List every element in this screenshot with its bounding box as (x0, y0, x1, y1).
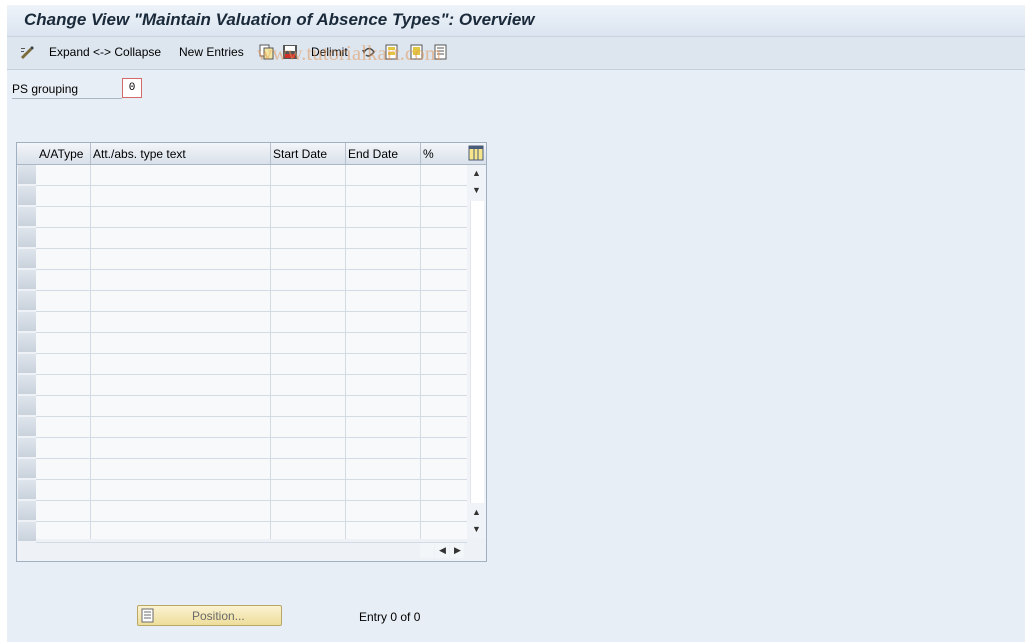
table-row[interactable] (36, 417, 467, 438)
row-selector[interactable] (18, 333, 36, 353)
row-selector[interactable] (18, 165, 36, 185)
table-row[interactable] (36, 249, 467, 270)
scroll-left-icon[interactable]: ◀ (435, 543, 449, 558)
row-selector[interactable] (18, 522, 36, 542)
table-row[interactable] (36, 375, 467, 396)
table-row[interactable] (36, 354, 467, 375)
table-body (36, 165, 467, 543)
table-row[interactable] (36, 207, 467, 228)
row-selector-column (17, 165, 36, 542)
position-button[interactable]: Position... (137, 605, 282, 626)
row-selector[interactable] (18, 228, 36, 248)
scroll-page-down-icon[interactable]: ▼ (472, 185, 481, 195)
row-selector[interactable] (18, 375, 36, 395)
row-selector[interactable] (18, 480, 36, 500)
row-selector[interactable] (18, 249, 36, 269)
scroll-page-up-icon[interactable]: ▲ (472, 507, 481, 517)
vertical-scrollbar[interactable]: ▲ ▼ ▲ ▼ (467, 165, 486, 539)
table-row[interactable] (36, 165, 467, 186)
column-header-type-text[interactable]: Att./abs. type text (93, 147, 186, 161)
column-header-end-date[interactable]: End Date (348, 147, 398, 161)
table-row[interactable] (36, 522, 467, 543)
table-row[interactable] (36, 312, 467, 333)
horizontal-scrollbar[interactable]: ◀ ▶ (420, 543, 466, 558)
column-header-start-date[interactable]: Start Date (273, 147, 327, 161)
row-selector[interactable] (18, 354, 36, 374)
ps-grouping-field[interactable]: 0 (122, 78, 142, 98)
application-toolbar: Expand <-> Collapse New Entries Delimit (7, 37, 1025, 70)
row-selector[interactable] (18, 438, 36, 458)
table-row[interactable] (36, 228, 467, 249)
row-selector[interactable] (18, 312, 36, 332)
row-selector[interactable] (18, 501, 36, 521)
row-selector[interactable] (18, 270, 36, 290)
expand-collapse-button[interactable]: Expand <-> Collapse (49, 45, 161, 59)
table-row[interactable] (36, 186, 467, 207)
page-title: Change View "Maintain Valuation of Absen… (24, 10, 535, 29)
watermark: www.tutorialkart.com (257, 41, 442, 65)
table-row[interactable] (36, 501, 467, 522)
table-row[interactable] (36, 291, 467, 312)
ps-grouping-label: PS grouping (12, 82, 122, 99)
table-row[interactable] (36, 438, 467, 459)
row-selector[interactable] (18, 396, 36, 416)
position-icon (141, 608, 154, 623)
display-change-icon[interactable] (19, 44, 35, 60)
row-selector[interactable] (18, 417, 36, 437)
table-row[interactable] (36, 396, 467, 417)
new-entries-button[interactable]: New Entries (179, 45, 244, 59)
table-row[interactable] (36, 270, 467, 291)
table-header: A/AType Att./abs. type text Start Date E… (17, 143, 486, 165)
table-row[interactable] (36, 333, 467, 354)
scroll-down-icon[interactable]: ▼ (472, 524, 481, 534)
sap-screen: Change View "Maintain Valuation of Absen… (7, 5, 1025, 642)
position-button-label: Position... (192, 609, 245, 623)
column-header-percent[interactable]: % (423, 147, 434, 161)
title-bar: Change View "Maintain Valuation of Absen… (7, 5, 1025, 37)
column-header-a-atype[interactable]: A/AType (39, 147, 83, 161)
table-row[interactable] (36, 459, 467, 480)
row-selector[interactable] (18, 459, 36, 479)
row-selector[interactable] (18, 186, 36, 206)
scroll-up-icon[interactable]: ▲ (472, 168, 481, 178)
scrollbar-track[interactable] (470, 201, 484, 503)
row-selector[interactable] (18, 207, 36, 227)
table-settings-icon[interactable] (468, 145, 484, 161)
row-selector[interactable] (18, 291, 36, 311)
entry-counter: Entry 0 of 0 (359, 610, 421, 624)
scroll-right-icon[interactable]: ▶ (450, 543, 464, 558)
table-control: A/AType Att./abs. type text Start Date E… (16, 142, 487, 562)
table-row[interactable] (36, 480, 467, 501)
